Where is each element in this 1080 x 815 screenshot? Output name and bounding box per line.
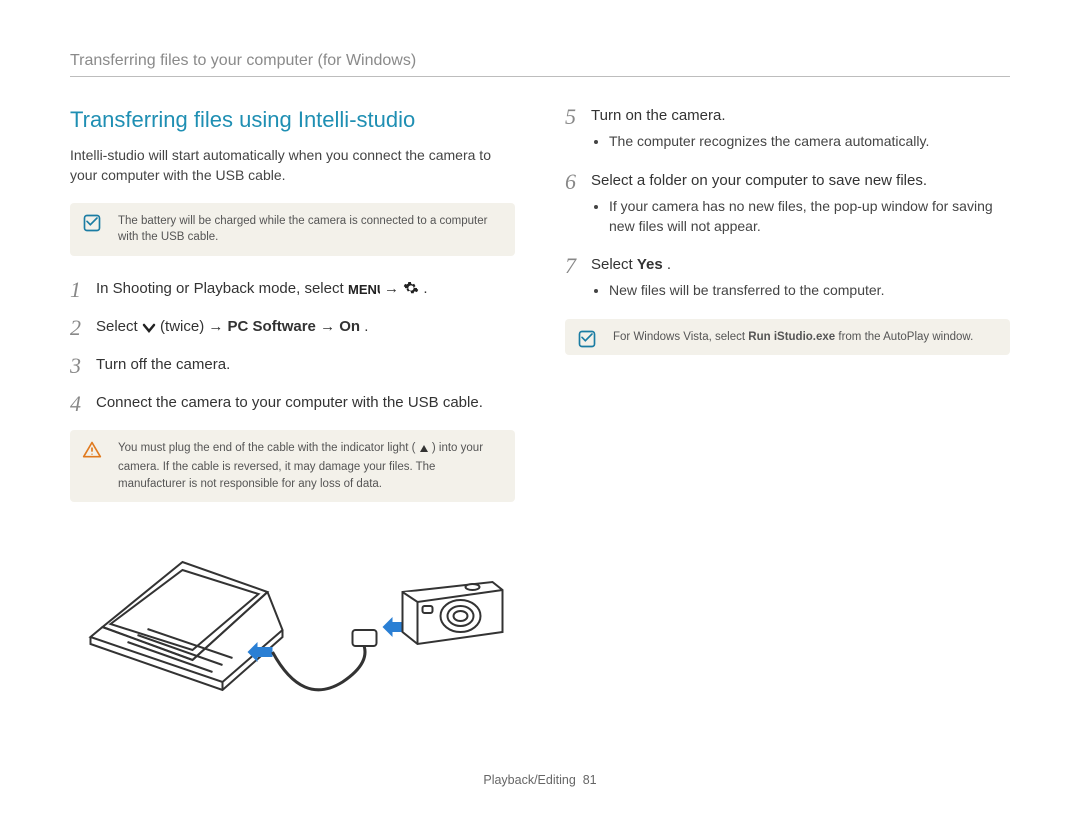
intro-paragraph: Intelli-studio will start automatically … (70, 146, 515, 185)
right-column: 5 Turn on the camera. The computer recog… (565, 105, 1010, 727)
step-number: 5 (565, 105, 591, 156)
warning-icon (82, 440, 102, 460)
step-2: 2 Select (twice) → PC Software → On . (70, 316, 515, 340)
step-1-suffix: . (423, 280, 427, 297)
warning-note-box: You must plug the end of the cable with … (70, 430, 515, 501)
two-column-layout: Transferring files using Intelli-studio … (70, 105, 1010, 727)
footer-page-number: 81 (583, 773, 597, 787)
vista-bold: Run iStudio.exe (748, 331, 835, 343)
menu-icon: MENU (348, 281, 380, 302)
step-6-sub: If your camera has no new files, the pop… (609, 197, 1010, 236)
step-2-mid: (twice) → (160, 318, 228, 335)
info-icon (577, 329, 597, 349)
section-title: Transferring files using Intelli-studio (70, 105, 515, 136)
step-2-arrow2: → (320, 318, 339, 335)
step-1-prefix: In Shooting or Playback mode, select (96, 280, 348, 297)
step-6: 6 Select a folder on your computer to sa… (565, 170, 1010, 240)
step-number: 3 (70, 354, 96, 378)
running-header: Transferring files to your computer (for… (70, 50, 1010, 72)
footer-section: Playback/Editing (483, 773, 575, 787)
warning-prefix: You must plug the end of the cable with … (118, 442, 415, 454)
info-note-box: The battery will be charged while the ca… (70, 203, 515, 255)
step-5-sub: The computer recognizes the camera autom… (609, 132, 1010, 152)
step-7-prefix: Select (591, 256, 637, 273)
page-footer: Playback/Editing 81 (0, 772, 1080, 790)
step-number: 1 (70, 278, 96, 302)
info-icon (82, 213, 102, 233)
step-2-prefix: Select (96, 318, 142, 335)
steps-list-left: 1 In Shooting or Playback mode, select M… (70, 278, 515, 417)
vista-suffix: from the AutoPlay window. (838, 331, 973, 343)
step-5: 5 Turn on the camera. The computer recog… (565, 105, 1010, 156)
vista-prefix: For Windows Vista, select (613, 331, 748, 343)
triangle-up-icon (419, 443, 429, 459)
step-6-text: Select a folder on your computer to save… (591, 172, 927, 189)
step-7-bold: Yes (637, 256, 663, 273)
connection-illustration (70, 532, 515, 722)
step-3: 3 Turn off the camera. (70, 354, 515, 378)
step-7: 7 Select Yes . New files will be transfe… (565, 254, 1010, 305)
step-2-bold-pc: PC Software (228, 318, 316, 335)
arrow-icon: → (384, 280, 403, 297)
step-2-bold-on: On (339, 318, 360, 335)
steps-list-right: 5 Turn on the camera. The computer recog… (565, 105, 1010, 304)
gear-icon (403, 280, 419, 302)
step-2-suffix: . (364, 318, 368, 335)
step-number: 2 (70, 316, 96, 340)
step-1: 1 In Shooting or Playback mode, select M… (70, 278, 515, 302)
step-5-text: Turn on the camera. (591, 107, 726, 124)
step-number: 6 (565, 170, 591, 240)
step-3-text: Turn off the camera. (96, 354, 515, 378)
step-4: 4 Connect the camera to your computer wi… (70, 392, 515, 416)
step-4-text: Connect the camera to your computer with… (96, 392, 515, 416)
header-rule (70, 76, 1010, 77)
svg-text:MENU: MENU (348, 282, 380, 296)
chevron-down-icon (142, 319, 156, 340)
step-7-suffix: . (667, 256, 671, 273)
step-number: 4 (70, 392, 96, 416)
info-note-text: The battery will be charged while the ca… (118, 215, 487, 243)
vista-note-box: For Windows Vista, select Run iStudio.ex… (565, 319, 1010, 355)
left-column: Transferring files using Intelli-studio … (70, 105, 515, 727)
step-7-sub: New files will be transferred to the com… (609, 281, 1010, 301)
step-number: 7 (565, 254, 591, 305)
